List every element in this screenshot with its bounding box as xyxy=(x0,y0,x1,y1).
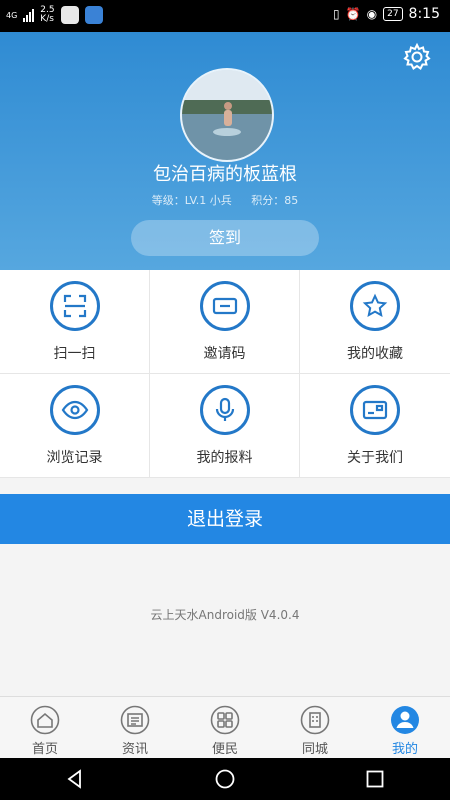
network-type: 4G xyxy=(6,10,18,20)
tab-label-city: 同城 xyxy=(301,742,328,757)
home-circle-icon[interactable] xyxy=(214,768,236,790)
system-navigation-bar xyxy=(0,758,450,800)
tab-label-service: 便民 xyxy=(211,742,238,757)
back-icon[interactable] xyxy=(64,768,86,790)
notification-app-icon-2 xyxy=(84,6,103,24)
user-points: 积分：85 xyxy=(251,194,299,207)
username: 包治百病的板蓝根 xyxy=(153,164,297,185)
tab-home[interactable]: 首页 xyxy=(0,697,90,759)
menu-label-about: 关于我们 xyxy=(347,449,403,466)
menu-label-invite: 邀请码 xyxy=(203,345,246,362)
tab-label-news: 资讯 xyxy=(121,742,148,757)
logout-button[interactable]: 退出登录 xyxy=(0,494,450,544)
tab-news[interactable]: 资讯 xyxy=(90,697,180,759)
user-level: 等级：LV.1 小兵 xyxy=(151,194,232,207)
clock: 8:15 xyxy=(408,6,440,22)
signal-icon xyxy=(23,8,35,22)
tab-city[interactable]: 同城 xyxy=(270,697,360,759)
user-icon xyxy=(391,706,419,734)
battery-icon: 27 xyxy=(383,7,403,21)
tab-label-mine: 我的 xyxy=(391,742,418,757)
eye-comfort-icon: ◉ xyxy=(366,7,378,21)
feature-grid: 扫一扫 邀请码 我的收藏 浏览记录 我的报料 关于我们 xyxy=(0,270,450,478)
bottom-tab-bar: 首页 资讯 便民 同城 我的 xyxy=(0,696,450,759)
invite-code-icon xyxy=(199,280,250,331)
settings-gear-icon[interactable] xyxy=(402,42,432,72)
checkin-button[interactable]: 签到 xyxy=(131,220,319,256)
menu-label-report: 我的报料 xyxy=(196,449,253,466)
recents-square-icon[interactable] xyxy=(364,768,386,790)
home-icon xyxy=(30,705,60,735)
network-speed-unit: K/s xyxy=(40,14,54,24)
tab-service[interactable]: 便民 xyxy=(180,697,270,759)
menu-item-history[interactable]: 浏览记录 xyxy=(0,374,150,478)
scan-icon xyxy=(49,280,100,331)
menu-item-favorites[interactable]: 我的收藏 xyxy=(300,270,450,374)
menu-label-favorites: 我的收藏 xyxy=(347,345,403,362)
tab-mine[interactable]: 我的 xyxy=(360,697,450,759)
notification-app-icon xyxy=(60,6,79,24)
profile-header: 包治百病的板蓝根 等级：LV.1 小兵 积分：85 签到 xyxy=(0,32,450,270)
menu-label-history: 浏览记录 xyxy=(46,449,103,466)
menu-label-scan: 扫一扫 xyxy=(53,345,96,362)
star-icon xyxy=(350,280,400,331)
avatar[interactable] xyxy=(180,68,274,162)
grid-apps-icon xyxy=(210,705,240,735)
tab-label-home: 首页 xyxy=(31,742,58,757)
menu-item-report[interactable]: 我的报料 xyxy=(150,374,300,478)
alarm-icon: ⏰ xyxy=(345,7,361,21)
news-icon xyxy=(120,705,150,735)
network-speed: 2.5 K/s xyxy=(40,6,54,24)
building-icon xyxy=(300,705,330,735)
avatar-photo xyxy=(182,70,272,160)
menu-item-scan[interactable]: 扫一扫 xyxy=(0,270,150,374)
app-version: 云上天水Android版 V4.0.4 xyxy=(150,608,300,622)
eye-icon xyxy=(49,384,100,435)
microphone-icon xyxy=(199,384,250,435)
menu-item-invite[interactable]: 邀请码 xyxy=(150,270,300,374)
user-stats: 等级：LV.1 小兵 积分：85 xyxy=(0,192,450,208)
vibrate-icon: ▯ xyxy=(333,7,340,21)
menu-item-about[interactable]: 关于我们 xyxy=(300,374,450,478)
status-bar: 4G 2.5 K/s ▯ ⏰ ◉ 27 8:15 xyxy=(0,0,450,32)
about-card-icon xyxy=(350,384,400,435)
